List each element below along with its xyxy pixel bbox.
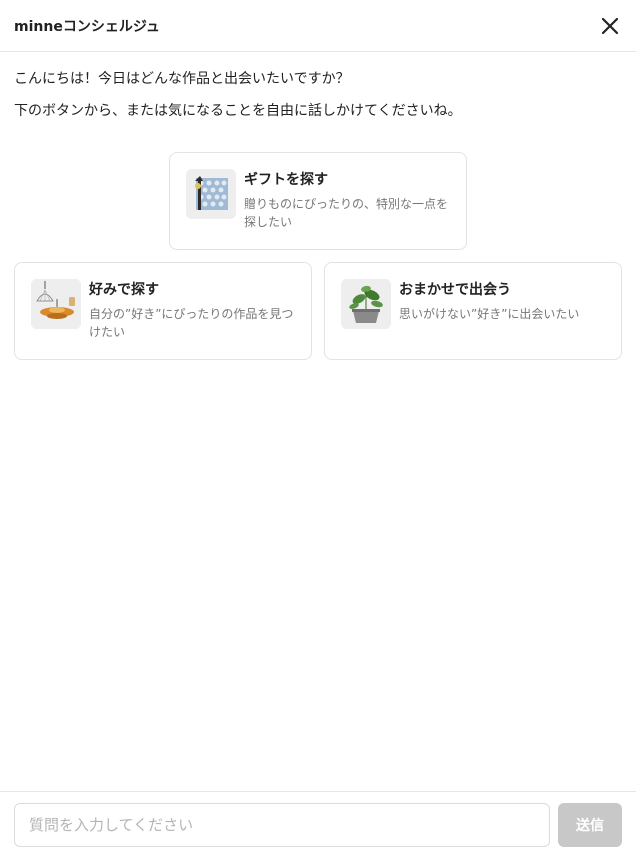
option-card-surprise[interactable]: おまかせで出会う 思いがけない”好き”に出会いたい — [324, 262, 622, 360]
option-card-gift[interactable]: ギフトを探す 贈りものにぴったりの、特別な一点を探したい — [169, 152, 467, 250]
option-cards: ギフトを探す 贈りものにぴったりの、特別な一点を探したい 好みで探す 自分の”好… — [14, 152, 622, 360]
option-card-preference[interactable]: 好みで探す 自分の”好き”にぴったりの作品を見つけたい — [14, 262, 312, 360]
option-description: 贈りものにぴったりの、特別な一点を探したい — [244, 197, 449, 229]
option-title: おまかせで出会う — [399, 282, 511, 298]
option-title: 好みで探す — [89, 282, 159, 298]
instruction-message: 下のボタンから、または気になることを自由に話しかけてくださいね。 — [14, 103, 462, 119]
close-button[interactable] — [598, 14, 622, 38]
send-button[interactable]: 送信 — [558, 803, 622, 847]
gift-thumbnail-icon — [186, 169, 236, 219]
greeting-message: こんにちは！今日はどんな作品と出会いたいですか？ — [14, 71, 350, 87]
concierge-panel: minneコンシェルジュ こんにちは！今日はどんな作品と出会いたいですか？ 下の… — [0, 0, 636, 858]
close-icon — [601, 17, 619, 34]
option-description: 思いがけない”好き”に出会いたい — [399, 307, 580, 321]
option-description: 自分の”好き”にぴったりの作品を見つけたい — [89, 307, 294, 339]
lamp-thumbnail-icon — [31, 279, 81, 329]
header: minneコンシェルジュ — [0, 0, 636, 52]
option-title: ギフトを探す — [244, 172, 328, 188]
message-area: こんにちは！今日はどんな作品と出会いたいですか？ 下のボタンから、または気になる… — [0, 52, 636, 360]
panel-title: minneコンシェルジュ — [14, 18, 160, 35]
composer: 送信 — [0, 791, 636, 858]
plant-thumbnail-icon — [341, 279, 391, 329]
question-input[interactable] — [14, 803, 550, 847]
